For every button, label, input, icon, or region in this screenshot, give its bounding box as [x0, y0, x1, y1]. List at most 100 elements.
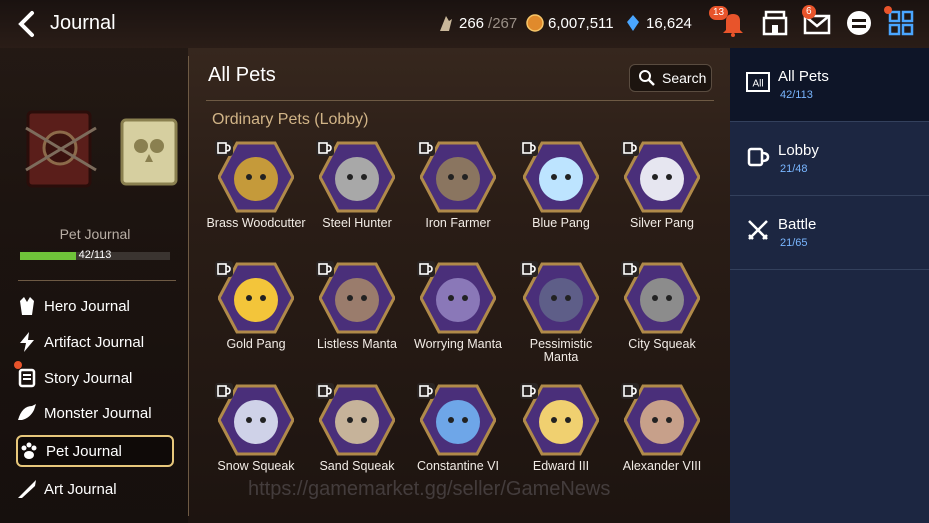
pet-card[interactable]: Pessimistic Manta [511, 261, 611, 364]
pet-name: Sand Squeak [319, 459, 395, 473]
lobby-mug-icon [520, 140, 538, 156]
filter-battle[interactable]: Battle 21/65 [730, 196, 929, 270]
stamina-max: /267 [488, 14, 518, 32]
search-button[interactable]: Search [629, 64, 712, 92]
stamina-value: 266 [459, 14, 485, 32]
filter-count: 21/48 [780, 163, 808, 175]
stamina-display[interactable]: 266/267 [437, 13, 517, 33]
svg-text:All: All [752, 79, 763, 90]
lobby-mug-icon [520, 383, 538, 399]
pet-name: Blue Pang [532, 216, 590, 230]
paw-icon [21, 442, 37, 459]
pet-portrait [215, 383, 295, 456]
pets-title: All Pets [208, 64, 276, 86]
lobby-mug-icon [417, 383, 435, 399]
pet-name: Snow Squeak [217, 459, 295, 473]
lobby-mug-icon [621, 383, 639, 399]
right-panel: All All Pets 42/113 Lobby 21/48 Battle 2… [730, 48, 929, 523]
section-title: Ordinary Pets (Lobby) [212, 111, 369, 128]
pet-card[interactable]: Blue Pang [511, 140, 611, 230]
menu-alert-dot [884, 6, 892, 14]
artifact-icon [20, 332, 34, 352]
filter-all-pets[interactable]: All All Pets 42/113 [730, 48, 929, 122]
watermark: https://gamemarket.gg/seller/GameNews [248, 478, 611, 500]
filter-lobby[interactable]: Lobby 21/48 [730, 122, 929, 196]
filter-label: All Pets [778, 68, 829, 85]
lobby-mug-icon [215, 140, 233, 156]
pet-portrait [417, 140, 497, 213]
lobby-mug-icon [520, 261, 538, 277]
menu-label: Story Journal [44, 369, 133, 387]
notification-badge: 13 [709, 6, 729, 20]
pet-card[interactable]: Iron Farmer [408, 140, 508, 230]
gold-display[interactable]: 6,007,511 [526, 13, 614, 33]
pet-name: Constantine VI [417, 459, 499, 473]
pet-card[interactable]: Sand Squeak [307, 383, 407, 473]
pet-name: Edward III [532, 459, 590, 473]
pet-card[interactable]: Edward III [511, 383, 611, 473]
art-icon [18, 480, 36, 498]
pet-portrait [316, 140, 396, 213]
lobby-mug-icon [215, 261, 233, 277]
menu-hero-journal[interactable]: Hero Journal [16, 290, 174, 322]
pet-name: Silver Pang [630, 216, 694, 230]
pet-name: Steel Hunter [322, 216, 392, 230]
pet-card[interactable]: Constantine VI [408, 383, 508, 473]
menu-label: Monster Journal [44, 404, 152, 422]
menu-monster-journal[interactable]: Monster Journal [16, 397, 174, 429]
pet-portrait [621, 140, 701, 213]
lobby-mug-icon [215, 383, 233, 399]
pet-card[interactable]: Steel Hunter [307, 140, 407, 230]
pet-card[interactable]: Gold Pang [206, 261, 306, 351]
journal-progress-text: 42/113 [78, 249, 112, 261]
story-icon [18, 368, 36, 388]
pet-card[interactable]: Worrying Manta [408, 261, 508, 351]
dark-journal-book-icon [25, 110, 97, 188]
crystal-icon [627, 15, 639, 31]
filter-label: Battle [778, 216, 817, 233]
menu-label: Hero Journal [44, 297, 130, 315]
crystal-display[interactable]: 16,624 [624, 13, 692, 33]
guild-icon[interactable] [760, 8, 790, 38]
pet-card[interactable]: Alexander VIII [612, 383, 712, 473]
menu-story-journal[interactable]: Story Journal [16, 362, 174, 394]
panel-divider [188, 56, 189, 516]
filter-label: Lobby [778, 142, 819, 159]
pet-name: Pessimistic Manta [529, 337, 593, 364]
pet-card[interactable]: Brass Woodcutter [206, 140, 306, 230]
pet-card[interactable]: Listless Manta [307, 261, 407, 351]
pet-portrait [316, 383, 396, 456]
mail-badge: 6 [802, 5, 816, 19]
pet-card[interactable]: City Squeak [612, 261, 712, 351]
pet-name: Brass Woodcutter [206, 216, 306, 230]
menu-pet-journal[interactable]: Pet Journal [16, 435, 174, 467]
search-icon [639, 70, 655, 86]
pet-card[interactable]: Silver Pang [612, 140, 712, 230]
back-arrow-icon[interactable] [14, 10, 42, 38]
chat-icon[interactable] [844, 8, 874, 38]
search-label: Search [662, 70, 707, 86]
menu-label: Art Journal [44, 480, 117, 498]
pet-name: Worrying Manta [414, 337, 502, 351]
left-divider [18, 280, 176, 281]
pet-name: Iron Farmer [425, 216, 491, 230]
filter-count: 42/113 [780, 89, 813, 101]
pet-portrait [417, 383, 497, 456]
title-divider [206, 100, 714, 101]
stamina-icon [440, 16, 452, 31]
lobby-mug-icon [621, 261, 639, 277]
menu-art-journal[interactable]: Art Journal [16, 473, 174, 505]
journal-name-label: Pet Journal [59, 226, 131, 242]
lobby-mug-icon [316, 383, 334, 399]
swords-icon [748, 220, 768, 240]
filter-count: 21/65 [780, 237, 808, 249]
lobby-mug-icon [417, 140, 435, 156]
pet-name: Alexander VIII [622, 459, 702, 473]
menu-label: Pet Journal [46, 442, 122, 460]
all-icon: All [746, 72, 770, 92]
pet-card[interactable]: Snow Squeak [206, 383, 306, 473]
top-bar: Journal 266/267 6,007,511 16,624 13 6 [0, 0, 929, 48]
menu-artifact-journal[interactable]: Artifact Journal [16, 326, 174, 358]
menu-label: Artifact Journal [44, 333, 145, 351]
pet-name: Gold Pang [226, 337, 286, 351]
